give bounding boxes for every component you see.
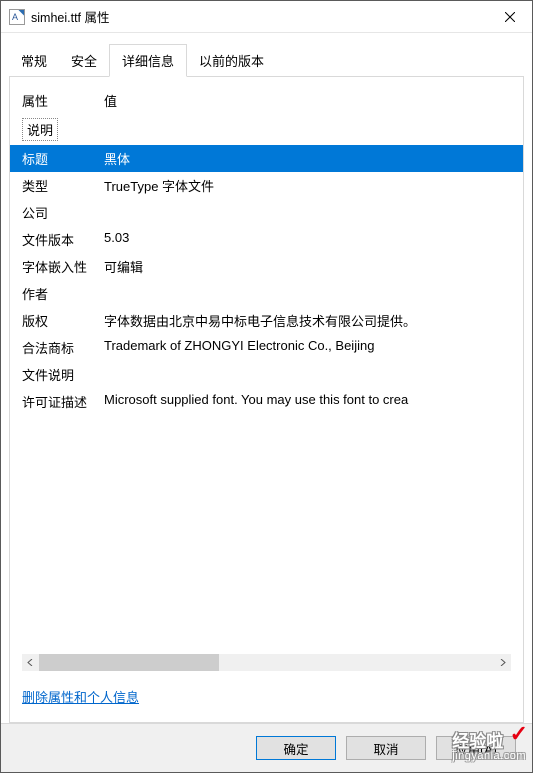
tab-strip: 常规 安全 详细信息 以前的版本 — [1, 33, 532, 76]
apply-button[interactable]: 应用(A) — [436, 736, 516, 760]
properties-dialog: simhei.ttf 属性 常规 安全 详细信息 以前的版本 属性 值 说明 标… — [0, 0, 533, 773]
file-icon — [9, 9, 25, 25]
prop-value: Trademark of ZHONGYI Electronic Co., Bei… — [104, 338, 511, 357]
row-trademark[interactable]: 合法商标 Trademark of ZHONGYI Electronic Co.… — [10, 334, 523, 361]
prop-value: Microsoft supplied font. You may use thi… — [104, 392, 511, 411]
scroll-thumb[interactable] — [39, 654, 219, 671]
group-description: 说明 — [22, 118, 511, 141]
prop-value: 黑体 — [104, 149, 511, 168]
prop-name: 合法商标 — [22, 338, 104, 357]
link-row: 删除属性和个人信息 — [22, 687, 511, 706]
close-icon — [505, 12, 515, 22]
prop-value — [104, 284, 511, 303]
horizontal-scrollbar[interactable] — [22, 654, 511, 671]
chevron-left-icon — [27, 659, 34, 666]
prop-name: 文件版本 — [22, 230, 104, 249]
details-panel: 属性 值 说明 标题 黑体 类型 TrueType 字体文件 公司 文件版本 5… — [9, 76, 524, 723]
row-company[interactable]: 公司 — [10, 199, 523, 226]
header-property[interactable]: 属性 — [22, 91, 104, 110]
window-title: simhei.ttf 属性 — [31, 7, 110, 26]
tab-details[interactable]: 详细信息 — [109, 44, 187, 77]
column-headers: 属性 值 — [10, 87, 523, 118]
row-type[interactable]: 类型 TrueType 字体文件 — [10, 172, 523, 199]
row-author[interactable]: 作者 — [10, 280, 523, 307]
cancel-button[interactable]: 取消 — [346, 736, 426, 760]
prop-name: 公司 — [22, 203, 104, 222]
row-file-version[interactable]: 文件版本 5.03 — [10, 226, 523, 253]
tab-previous-versions[interactable]: 以前的版本 — [187, 45, 276, 76]
prop-name: 标题 — [22, 149, 104, 168]
prop-name: 类型 — [22, 176, 104, 195]
header-value[interactable]: 值 — [104, 91, 511, 110]
close-button[interactable] — [487, 1, 532, 33]
prop-value: 字体数据由北京中易中标电子信息技术有限公司提供。 — [104, 311, 511, 330]
tab-security[interactable]: 安全 — [59, 45, 109, 76]
row-title[interactable]: 标题 黑体 — [10, 145, 523, 172]
dialog-buttons: 确定 取消 应用(A) — [1, 723, 532, 772]
row-license-description[interactable]: 许可证描述 Microsoft supplied font. You may u… — [10, 388, 523, 415]
prop-name: 版权 — [22, 311, 104, 330]
tab-general[interactable]: 常规 — [9, 45, 59, 76]
prop-value — [104, 203, 511, 222]
row-file-description[interactable]: 文件说明 — [10, 361, 523, 388]
prop-value: 可编辑 — [104, 257, 511, 276]
prop-value: 5.03 — [104, 230, 511, 249]
prop-name: 文件说明 — [22, 365, 104, 384]
property-list: 标题 黑体 类型 TrueType 字体文件 公司 文件版本 5.03 字体嵌入… — [10, 145, 523, 654]
row-copyright[interactable]: 版权 字体数据由北京中易中标电子信息技术有限公司提供。 — [10, 307, 523, 334]
ok-button[interactable]: 确定 — [256, 736, 336, 760]
group-description-label: 说明 — [22, 118, 58, 141]
scroll-right-button[interactable] — [494, 654, 511, 671]
row-font-embedding[interactable]: 字体嵌入性 可编辑 — [10, 253, 523, 280]
scroll-left-button[interactable] — [22, 654, 39, 671]
prop-name: 作者 — [22, 284, 104, 303]
prop-name: 许可证描述 — [22, 392, 104, 411]
scroll-track[interactable] — [39, 654, 494, 671]
prop-value — [104, 365, 511, 384]
titlebar: simhei.ttf 属性 — [1, 1, 532, 33]
remove-properties-link[interactable]: 删除属性和个人信息 — [22, 690, 139, 705]
chevron-right-icon — [499, 659, 506, 666]
prop-name: 字体嵌入性 — [22, 257, 104, 276]
prop-value: TrueType 字体文件 — [104, 176, 511, 195]
